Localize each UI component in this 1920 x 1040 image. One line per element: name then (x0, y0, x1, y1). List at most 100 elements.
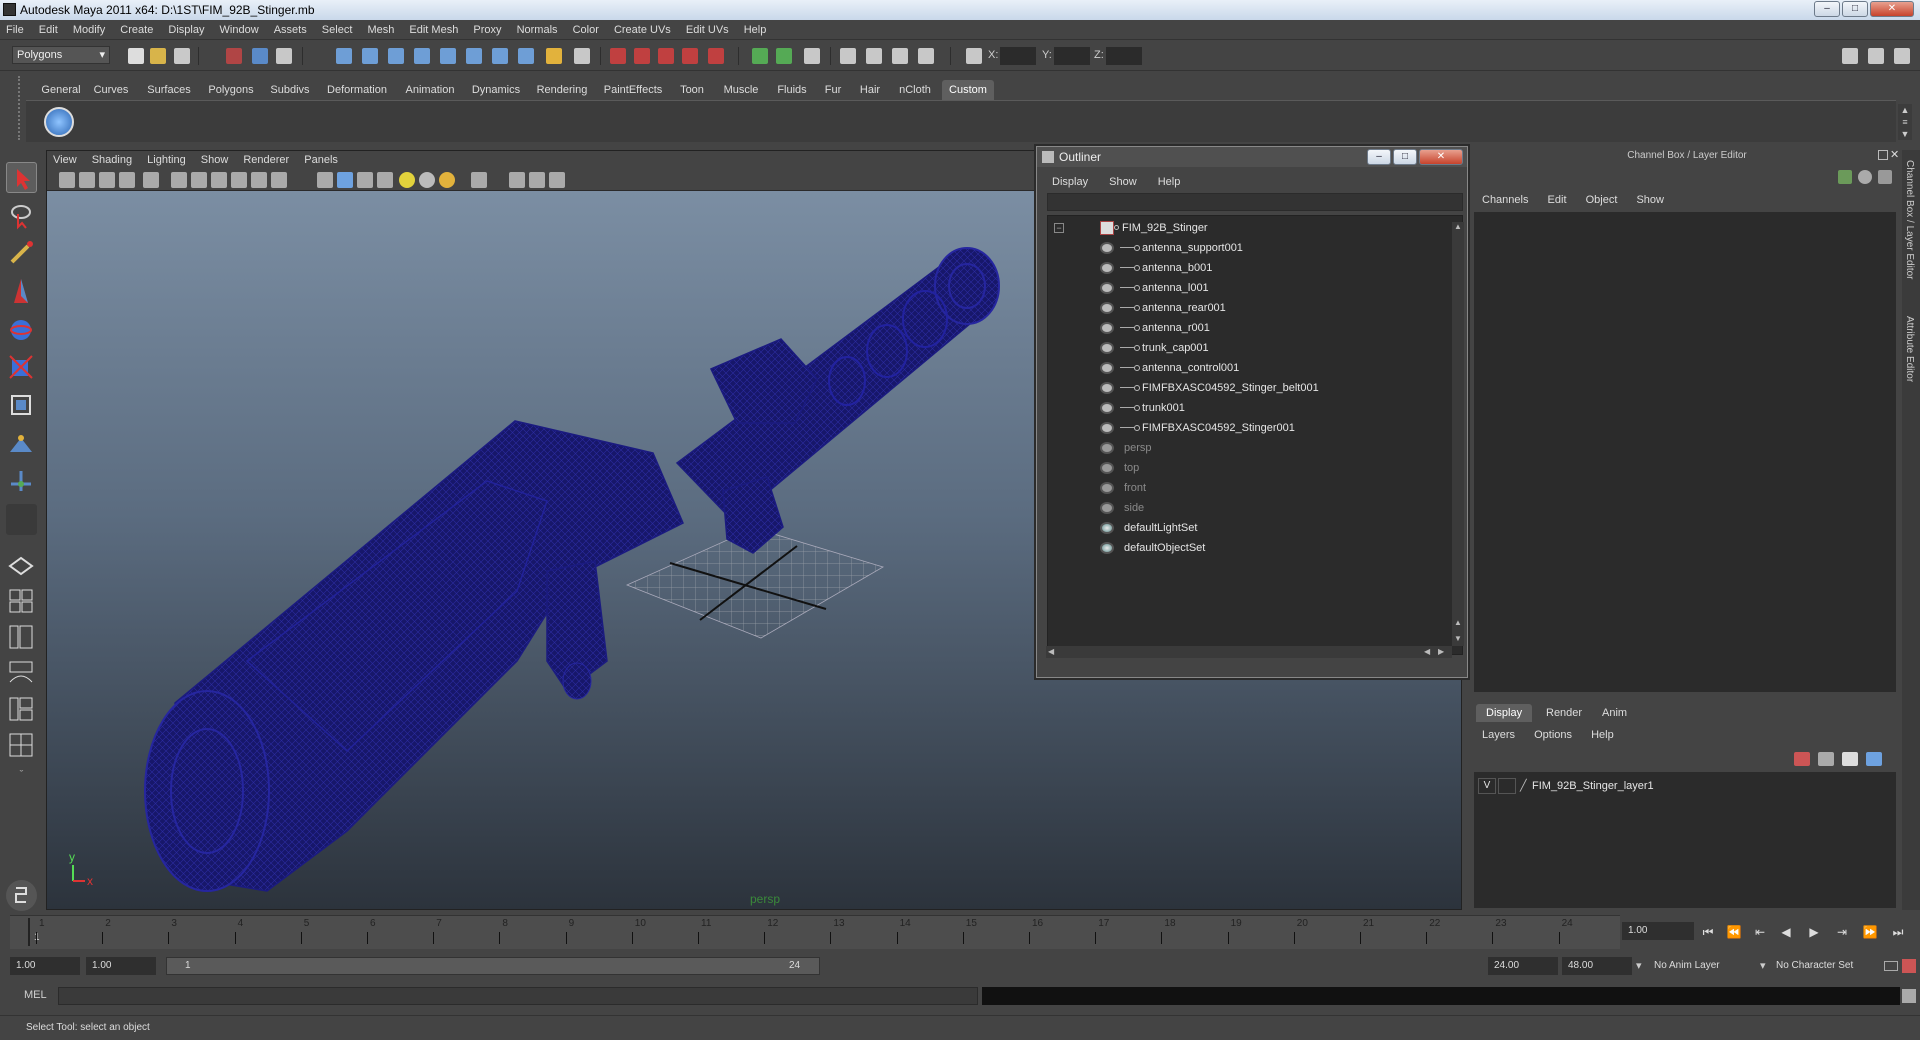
outliner-item-camera[interactable]: top (1048, 458, 1440, 478)
layer-playback-toggle[interactable] (1498, 778, 1516, 794)
step-forward-frame-icon[interactable]: ⏩ (1862, 925, 1878, 939)
menu-assets[interactable]: Assets (268, 20, 313, 40)
python-script-icon[interactable] (6, 880, 37, 911)
show-menu[interactable]: Show (1628, 190, 1672, 210)
select-surfaces-icon[interactable] (414, 48, 430, 64)
menu-normals[interactable]: Normals (511, 20, 564, 40)
render-view-icon[interactable] (840, 48, 856, 64)
animation-end-field[interactable]: 48.00 (1562, 957, 1632, 975)
layer-color-icon[interactable]: ╱ (1520, 776, 1527, 796)
tab-muscle[interactable]: Muscle (716, 80, 766, 100)
go-to-start-icon[interactable]: ⏮ (1700, 925, 1716, 939)
create-empty-layer-icon[interactable] (1842, 752, 1858, 766)
close-panel-icon[interactable]: ✕ (1890, 148, 1899, 161)
outliner-minimize-button[interactable]: ‒ (1367, 149, 1391, 165)
new-scene-icon[interactable] (128, 48, 144, 64)
select-component-icon[interactable] (276, 48, 292, 64)
select-joints-icon[interactable] (362, 48, 378, 64)
collapse-icon[interactable]: − (1054, 223, 1064, 233)
tab-rendering[interactable]: Rendering (530, 80, 594, 100)
time-slider[interactable]: 1 12345678910111213141516171819202122232… (10, 915, 1620, 949)
scroll-up-icon[interactable]: ▲ (1453, 222, 1463, 232)
select-curves-icon[interactable] (388, 48, 404, 64)
command-input[interactable] (58, 987, 978, 1005)
render-settings-icon[interactable] (918, 48, 934, 64)
tab-anim[interactable]: Anim (1592, 704, 1637, 722)
create-layer-from-selected-icon[interactable] (1866, 752, 1882, 766)
make-live-icon[interactable] (708, 48, 724, 64)
playback-end-field[interactable]: 24.00 (1488, 957, 1558, 975)
shelf-grip[interactable] (18, 76, 24, 140)
camera-select-icon[interactable] (59, 172, 75, 188)
outliner-item[interactable]: FIMFBXASC04592_Stinger001 (1048, 418, 1440, 438)
attribute-editor-toggle-icon[interactable] (1842, 48, 1858, 64)
minimize-button[interactable]: ‒ (1814, 1, 1840, 17)
xray-joints-icon[interactable] (529, 172, 545, 188)
open-scene-icon[interactable] (150, 48, 166, 64)
move-layer-up-icon[interactable] (1794, 752, 1810, 766)
outliner-horizontal-scrollbar[interactable]: ◀ ◀ ▶ (1046, 646, 1452, 658)
menu-display[interactable]: Display (162, 20, 210, 40)
character-set-dropdown[interactable]: No Character Set (1770, 957, 1880, 975)
tab-curves[interactable]: Curves (86, 80, 136, 100)
outliner-filter-field[interactable] (1047, 193, 1463, 211)
snap-curve-icon[interactable] (634, 48, 650, 64)
outliner-title-bar[interactable]: Outliner ‒ □ ✕ (1037, 147, 1467, 167)
rotate-tool-icon[interactable] (6, 314, 37, 345)
gate-mask-icon[interactable] (211, 172, 227, 188)
render-current-frame-icon[interactable] (866, 48, 882, 64)
snap-grid-icon[interactable] (610, 48, 626, 64)
animation-preferences-icon[interactable] (1902, 959, 1916, 973)
tab-surfaces[interactable]: Surfaces (140, 80, 198, 100)
menu-set-dropdown[interactable]: Polygons ▾ (12, 46, 110, 64)
select-deformations-icon[interactable] (440, 48, 456, 64)
tab-toon[interactable]: Toon (672, 80, 712, 100)
options-menu[interactable]: Options (1526, 726, 1580, 744)
tab-fluids[interactable]: Fluids (770, 80, 814, 100)
outliner-item[interactable]: antenna_b001 (1048, 258, 1440, 278)
tab-dynamics[interactable]: Dynamics (466, 80, 526, 100)
menu-edit-mesh[interactable]: Edit Mesh (403, 20, 464, 40)
field-chart-icon[interactable] (231, 172, 247, 188)
output-operations-icon[interactable] (776, 48, 792, 64)
tab-general[interactable]: General (38, 80, 84, 100)
x-field[interactable] (1000, 47, 1036, 65)
tab-animation[interactable]: Animation (398, 80, 462, 100)
grid-toggle-icon[interactable] (143, 172, 159, 188)
step-back-frame-icon[interactable]: ⏪ (1726, 925, 1742, 939)
layer-visibility-toggle[interactable]: V (1478, 778, 1496, 794)
outliner-close-button[interactable]: ✕ (1419, 149, 1463, 165)
outliner-item[interactable]: trunk_cap001 (1048, 338, 1440, 358)
use-default-light-icon[interactable] (399, 172, 415, 188)
maximize-button[interactable]: □ (1842, 1, 1868, 17)
transform-mode-icon[interactable] (966, 48, 982, 64)
animation-start-field[interactable]: 1.00 (10, 957, 80, 975)
input-operations-icon[interactable] (752, 48, 768, 64)
viewport-menu-show[interactable]: Show (195, 151, 235, 169)
wireframe-shading-icon[interactable] (317, 172, 333, 188)
chevron-down-icon[interactable]: ▾ (1636, 959, 1642, 972)
outliner-maximize-button[interactable]: □ (1393, 149, 1417, 165)
shelf-scroll-arrows[interactable]: ▲ ≡ ▼ (1898, 104, 1912, 140)
y-field[interactable] (1054, 47, 1090, 65)
persp-graph-hypergraph-layout-icon[interactable] (6, 730, 37, 761)
outliner-item-set[interactable]: defaultObjectSet (1048, 538, 1440, 558)
scroll-down-icon[interactable]: ▼ (1453, 634, 1463, 644)
auto-key-icon[interactable] (1884, 961, 1898, 971)
menu-window[interactable]: Window (214, 20, 265, 40)
snap-point-icon[interactable] (658, 48, 674, 64)
four-view-layout-icon[interactable] (6, 586, 37, 617)
camera-attributes-icon[interactable] (79, 172, 95, 188)
tab-display[interactable]: Display (1476, 704, 1533, 722)
film-gate-icon[interactable] (171, 172, 187, 188)
script-editor-icon[interactable] (1902, 989, 1916, 1003)
menu-file[interactable]: File (0, 20, 30, 40)
use-all-lights-icon[interactable] (419, 172, 435, 188)
viewport-menu-shading[interactable]: Shading (86, 151, 138, 169)
scroll-left-icon[interactable]: ◀ (1048, 646, 1058, 658)
outliner-item[interactable]: antenna_control001 (1048, 358, 1440, 378)
soft-modification-icon[interactable] (6, 428, 37, 459)
layer-row[interactable]: V ╱ FIM_92B_Stinger_layer1 (1478, 776, 1892, 796)
menu-select[interactable]: Select (316, 20, 359, 40)
select-tool-icon[interactable] (6, 162, 37, 193)
